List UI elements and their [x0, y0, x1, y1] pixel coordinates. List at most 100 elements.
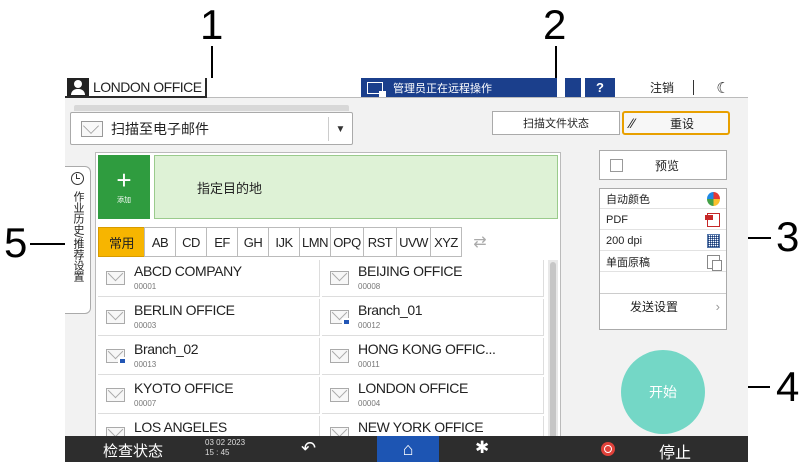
chevron-down-icon[interactable]: ▼: [328, 117, 352, 141]
list-item[interactable]: HONG KONG OFFIC... 00011: [322, 338, 544, 375]
setting-resolution[interactable]: 200 dpi: [600, 231, 726, 251]
time: 15 : 45: [205, 448, 230, 457]
plus-icon: +: [116, 165, 132, 195]
tab-gh[interactable]: GH: [237, 227, 268, 257]
stop-icon: [601, 442, 615, 456]
add-destination-button[interactable]: + 添加: [98, 155, 150, 219]
topbar-divider: [693, 80, 694, 95]
destination-field[interactable]: 指定目的地: [154, 155, 558, 219]
notification-button[interactable]: [565, 78, 581, 97]
setting-color[interactable]: 自动颜色: [600, 189, 726, 209]
list-item[interactable]: BERLIN OFFICE 00003: [98, 299, 320, 336]
destination-name: NEW YORK OFFICE: [358, 419, 484, 435]
destination-panel: + 添加 指定目的地 常用 AB CD EF GH IJK LMN OPQ RS…: [95, 152, 561, 462]
job-history-tab[interactable]: 作业历史/推荐设置: [65, 166, 91, 314]
tab-ef[interactable]: EF: [206, 227, 237, 257]
destination-list: ABCD COMPANY 00001 BEIJING OFFICE 00008 …: [98, 260, 546, 462]
setting-file-type[interactable]: PDF: [600, 210, 726, 230]
scan-settings-panel: 预览 自动颜色 PDF 200 dpi 单面原稿 发送设置 ›: [595, 146, 731, 334]
start-button[interactable]: 开始: [621, 350, 705, 434]
callout-5: 5: [4, 219, 28, 266]
list-item[interactable]: LONDON OFFICE 00004: [322, 377, 544, 414]
tab-lmn[interactable]: LMN: [299, 227, 330, 257]
destination-number: 00008: [358, 282, 381, 291]
tab-opq[interactable]: OPQ: [330, 227, 363, 257]
list-item[interactable]: BEIJING OFFICE 00008: [322, 260, 544, 297]
setting-label: 自动颜色: [606, 193, 650, 206]
check-status-button[interactable]: 检查状态: [103, 440, 163, 461]
add-label: 添加: [117, 197, 131, 204]
scrollbar-thumb[interactable]: [550, 262, 556, 461]
date-time: 03 02 2023 15 : 45: [205, 438, 245, 458]
email-icon: [330, 388, 349, 402]
office-name: LONDON OFFICE: [93, 79, 202, 95]
callout-4: 4: [776, 363, 800, 410]
callout-3: 3: [776, 213, 800, 260]
remote-notice-text: 管理员正在远程操作: [393, 82, 492, 95]
list-item[interactable]: Branch_02 00013: [98, 338, 320, 375]
top-bar: LONDON OFFICE 管理员正在远程操作 ? 注销 ☾: [65, 78, 748, 98]
color-icon: [707, 192, 720, 206]
reset-button[interactable]: ⁄⁄ 重设: [622, 111, 730, 135]
scanner-screen: LONDON OFFICE 管理员正在远程操作 ? 注销 ☾ 扫描至电子邮件 ▼…: [65, 78, 748, 462]
home-button[interactable]: ⌂: [377, 436, 439, 462]
setting-original-sides[interactable]: 单面原稿: [600, 252, 726, 272]
destination-number: 00003: [134, 321, 157, 330]
destination-name: LOS ANGELES: [134, 419, 227, 435]
destination-number: 00011: [358, 360, 380, 369]
reset-icon: ⁄⁄: [630, 115, 635, 131]
tab-frequent[interactable]: 常用: [98, 227, 144, 257]
destination-name: BEIJING OFFICE: [358, 263, 463, 279]
tab-uvw[interactable]: UVW: [396, 227, 430, 257]
tab-xyz[interactable]: XYZ: [430, 227, 462, 257]
moon-icon[interactable]: ☾: [703, 78, 743, 97]
chevron-right-icon: ›: [715, 299, 720, 314]
email-icon: [106, 271, 125, 285]
selector-strip: [74, 105, 349, 111]
reset-label: 重设: [670, 116, 695, 131]
bottom-bar: 检查状态 03 02 2023 15 : 45 ↶ ⌂ ✱ 停止: [65, 436, 748, 462]
logout-button[interactable]: 注销: [633, 78, 691, 97]
job-history-label: 作业历史/推荐设置: [72, 191, 84, 283]
callout-5-line: [30, 243, 66, 245]
destination-scrollbar[interactable]: [548, 260, 558, 462]
send-settings-button[interactable]: 发送设置 ›: [600, 293, 726, 319]
back-icon[interactable]: ↶: [301, 438, 316, 459]
callout-2: 2: [543, 1, 567, 48]
list-item[interactable]: KYOTO OFFICE 00007: [98, 377, 320, 414]
destination-name: ABCD COMPANY: [134, 263, 242, 279]
destination-name: HONG KONG OFFIC...: [358, 341, 496, 357]
checkbox[interactable]: [610, 158, 623, 172]
help-button[interactable]: ?: [585, 78, 615, 97]
destination-number: 00007: [134, 399, 157, 408]
home-icon: ⌂: [402, 438, 414, 459]
destination-number: 00001: [134, 282, 157, 291]
list-item[interactable]: Branch_01 00012: [322, 299, 544, 336]
list-item[interactable]: ABCD COMPANY 00001: [98, 260, 320, 297]
tab-rst[interactable]: RST: [363, 227, 396, 257]
login-user[interactable]: LONDON OFFICE: [65, 78, 207, 98]
resolution-icon: [707, 234, 720, 248]
remote-icon: [367, 81, 386, 97]
scan-status-button[interactable]: 扫描文件状态: [492, 111, 620, 135]
function-label: 扫描至电子邮件: [111, 120, 209, 137]
pdf-icon: [705, 213, 720, 227]
tab-ab[interactable]: AB: [144, 227, 175, 257]
gear-icon[interactable]: ✱: [475, 438, 489, 458]
function-selector[interactable]: 扫描至电子邮件 ▼: [70, 105, 353, 145]
send-settings-label: 发送设置: [630, 300, 679, 314]
tab-cd[interactable]: CD: [175, 227, 206, 257]
stop-button[interactable]: 停止: [595, 436, 748, 462]
setting-label: 单面原稿: [606, 256, 650, 269]
destination-name: LONDON OFFICE: [358, 380, 468, 396]
callout-1: 1: [200, 1, 224, 48]
preview-toggle[interactable]: 预览: [599, 150, 727, 180]
swap-icon[interactable]: ⇄: [462, 227, 498, 257]
destination-name: Branch_01: [358, 302, 423, 318]
email-icon: [106, 310, 125, 324]
destination-name: BERLIN OFFICE: [134, 302, 235, 318]
simplex-icon: [707, 255, 722, 271]
stop-label: 停止: [659, 445, 692, 462]
tab-ijk[interactable]: IJK: [268, 227, 299, 257]
settings-list: 自动颜色 PDF 200 dpi 单面原稿 发送设置 ›: [599, 188, 727, 330]
